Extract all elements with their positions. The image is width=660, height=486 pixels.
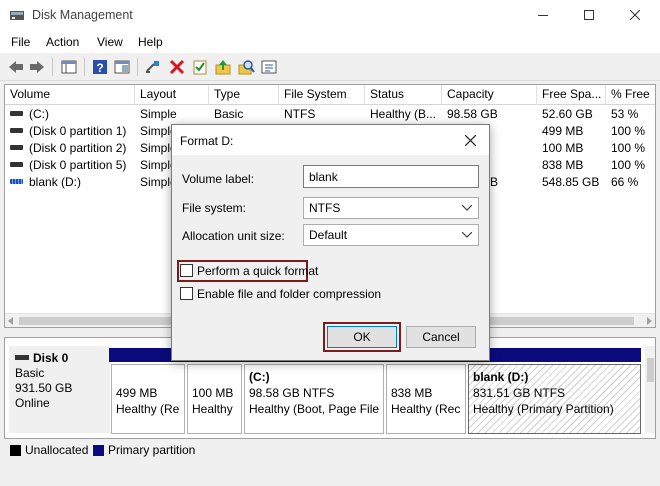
unallocated-swatch xyxy=(10,445,21,456)
list-header: Volume Layout Type File System Status Ca… xyxy=(5,85,655,105)
menu-view[interactable]: View xyxy=(97,35,123,49)
forward-arrow-icon[interactable] xyxy=(28,58,46,76)
search-folder-icon[interactable] xyxy=(237,58,255,76)
minimize-button[interactable] xyxy=(520,0,566,31)
column-capacity[interactable]: Capacity xyxy=(442,85,537,105)
help-icon[interactable]: ? xyxy=(91,58,109,76)
checklist-icon[interactable] xyxy=(191,58,209,76)
dialog-title: Format D: xyxy=(180,134,234,148)
cancel-button[interactable]: Cancel xyxy=(406,326,476,348)
legend: Unallocated Primary partition xyxy=(4,440,656,460)
checkbox-box[interactable] xyxy=(180,264,193,277)
allocation-unit-size-label: Allocation unit size: xyxy=(182,229,285,243)
volume-icon xyxy=(10,145,23,150)
back-arrow-icon[interactable] xyxy=(7,58,25,76)
maximize-button[interactable] xyxy=(566,0,612,31)
partition-d[interactable]: blank (D:) 831.51 GB NTFS Healthy (Prima… xyxy=(468,364,641,434)
volume-icon xyxy=(10,179,23,184)
file-system-label: File system: xyxy=(182,201,247,215)
connect-disk-icon[interactable] xyxy=(144,58,162,76)
partition-5[interactable]: 838 MB Healthy (Rec xyxy=(386,364,466,434)
column-percent-free[interactable]: % Free xyxy=(606,85,655,105)
column-volume[interactable]: Volume xyxy=(5,85,135,105)
column-free-space[interactable]: Free Spa... xyxy=(537,85,606,105)
menu-bar: File Action View Help xyxy=(0,31,660,53)
vertical-scroll-thumb[interactable] xyxy=(647,358,654,382)
menu-help[interactable]: Help xyxy=(138,35,163,49)
volume-icon xyxy=(10,128,23,133)
disk-0-label[interactable]: Disk 0 Basic 931.50 GB Online xyxy=(9,346,110,433)
dialog-title-bar: Format D: xyxy=(172,125,489,155)
primary-partition-swatch xyxy=(93,445,104,456)
quick-format-checkbox[interactable]: Perform a quick format xyxy=(180,263,318,281)
menu-file[interactable]: File xyxy=(11,35,30,49)
checkbox-box[interactable] xyxy=(180,287,193,300)
properties-icon[interactable] xyxy=(260,58,278,76)
volume-label-input[interactable] xyxy=(303,165,479,188)
show-hide-pane-icon[interactable] xyxy=(113,58,131,76)
chevron-down-icon xyxy=(462,205,472,211)
delete-icon[interactable] xyxy=(168,58,186,76)
disk-icon xyxy=(15,355,29,360)
chevron-down-icon xyxy=(462,232,472,238)
legend-unallocated: Unallocated xyxy=(25,443,89,457)
partition-2[interactable]: 100 MB Healthy xyxy=(187,364,242,434)
dialog-close-icon[interactable] xyxy=(460,130,482,152)
toolbar: ? xyxy=(0,53,660,81)
volume-label-label: Volume label: xyxy=(182,172,255,186)
column-file-system[interactable]: File System xyxy=(279,85,365,105)
column-type[interactable]: Type xyxy=(209,85,279,105)
svg-text:?: ? xyxy=(96,61,103,75)
ok-button[interactable]: OK xyxy=(327,326,397,348)
vertical-scrollbar[interactable] xyxy=(645,346,655,433)
column-status[interactable]: Status xyxy=(365,85,442,105)
title-bar: Disk Management xyxy=(0,0,660,31)
partition-c[interactable]: (C:) 98.58 GB NTFS Healthy (Boot, Page F… xyxy=(244,364,384,434)
close-button[interactable] xyxy=(612,0,658,31)
allocation-unit-size-select[interactable]: Default xyxy=(303,224,479,246)
upload-folder-icon[interactable] xyxy=(214,58,232,76)
legend-primary-partition: Primary partition xyxy=(108,443,196,457)
table-row[interactable]: (C:) Simple Basic NTFS Healthy (B... 98.… xyxy=(5,106,655,123)
format-dialog: Format D: Volume label: File system: NTF… xyxy=(171,124,490,361)
volume-icon xyxy=(10,111,23,116)
scroll-left-icon[interactable] xyxy=(8,317,13,325)
menu-action[interactable]: Action xyxy=(46,35,79,49)
volume-icon xyxy=(10,162,23,167)
partition-1[interactable]: 499 MB Healthy (Re xyxy=(111,364,185,434)
column-layout[interactable]: Layout xyxy=(135,85,209,105)
compression-checkbox[interactable]: Enable file and folder compression xyxy=(180,286,381,304)
scroll-right-icon[interactable] xyxy=(647,317,652,325)
window-title: Disk Management xyxy=(32,8,133,22)
disk-management-icon xyxy=(9,9,25,22)
file-system-select[interactable]: NTFS xyxy=(303,197,479,219)
console-tree-icon[interactable] xyxy=(60,58,78,76)
